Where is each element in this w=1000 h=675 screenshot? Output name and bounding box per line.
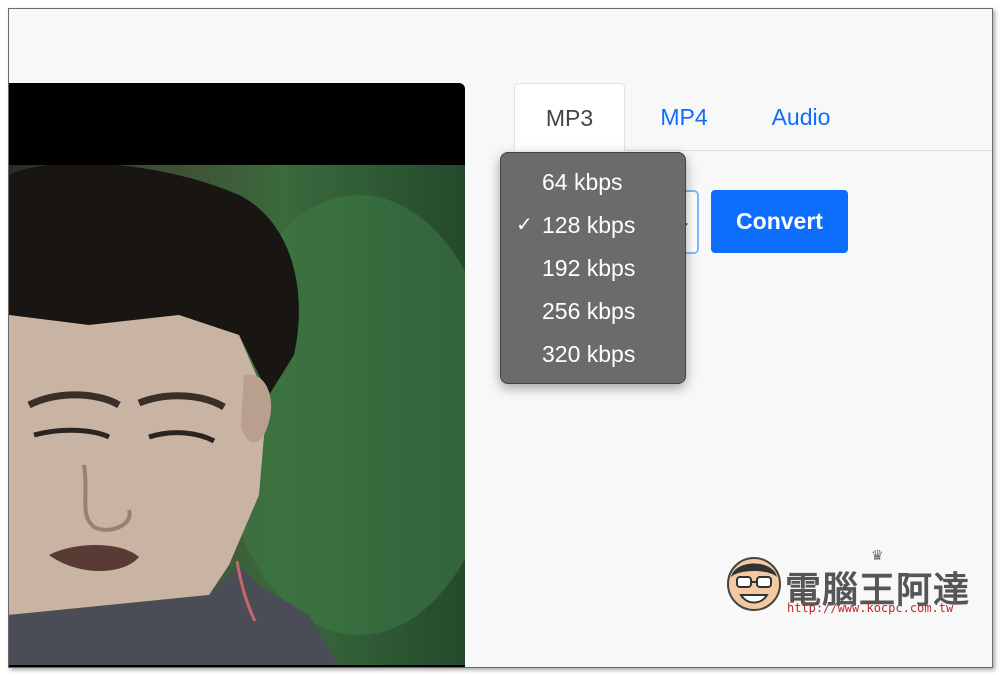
tab-audio[interactable]: Audio [746,83,856,151]
convert-button[interactable]: Convert [711,190,848,253]
format-tabs: MP3 MP4 Audio [514,83,992,151]
bitrate-dropdown-menu: 64 kbps ✓ 128 kbps 192 kbps 256 kbps 320… [500,152,686,384]
tab-mp4[interactable]: MP4 [638,83,730,151]
video-frame [9,165,465,665]
bitrate-option-192[interactable]: 192 kbps [501,247,685,290]
option-label: 192 kbps [542,255,636,281]
bitrate-option-64[interactable]: 64 kbps [501,161,685,204]
watermark-url: http://www.kocpc.com.tw [787,601,954,615]
tab-mp3[interactable]: MP3 [514,83,625,151]
bitrate-option-320[interactable]: 320 kbps [501,333,685,376]
bitrate-option-256[interactable]: 256 kbps [501,290,685,333]
bitrate-option-128[interactable]: ✓ 128 kbps [501,204,685,247]
video-person-illustration [9,165,465,665]
mascot-face-icon [727,557,781,611]
video-player[interactable] [9,83,465,667]
app-window: MP3 MP4 Audio ⌄ Convert 64 kbps ✓ 128 kb… [8,8,993,668]
option-label: 128 kbps [542,212,636,238]
option-label: 256 kbps [542,298,636,324]
checkmark-icon: ✓ [516,214,533,236]
watermark-logo: ♛ 電腦王阿達 http://www.kocpc.com.tw [723,547,983,624]
option-label: 320 kbps [542,341,636,367]
option-label: 64 kbps [542,169,623,195]
